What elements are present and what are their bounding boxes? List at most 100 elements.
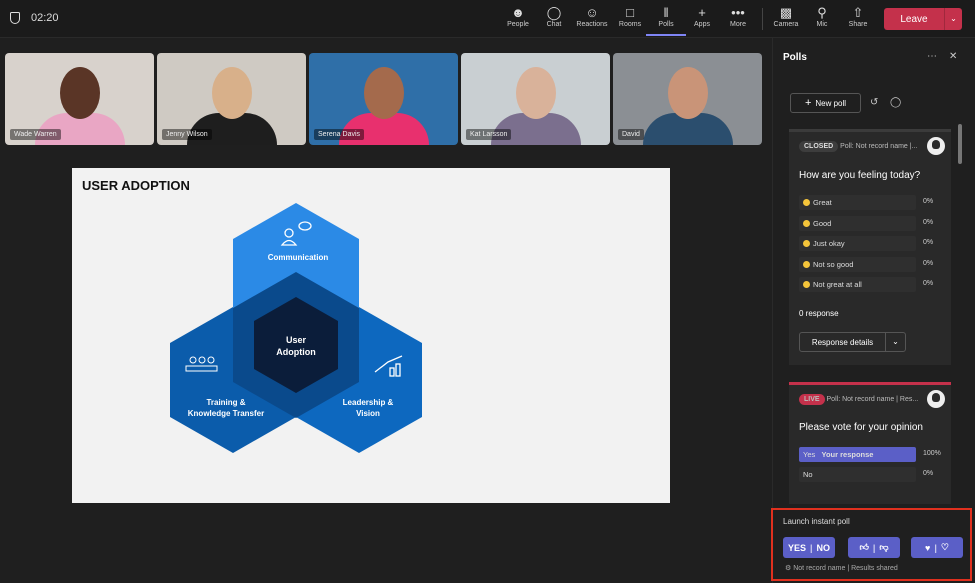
poll-option: Not so good [799,257,916,272]
participant-tile[interactable]: Serena Davis [309,53,458,145]
option-percent: 0% [923,280,934,287]
chat-button[interactable]: ◯ Chat [534,5,574,28]
history-icon[interactable]: ↺ [870,97,878,108]
apps-button[interactable]: + Apps [682,5,722,28]
emoji-icon [803,240,810,247]
share-label: Share [848,21,868,28]
panel-title: Polls [783,52,807,63]
adoption-diagram: User Adoption Communication Training & Kno… [170,203,422,453]
your-response-tag: Your response [821,450,874,459]
reactions-icon: ☺ [585,5,599,20]
polls-label: Polls [658,21,674,28]
camera-label: Camera [773,21,799,28]
mic-button[interactable]: ⚲ Mic [802,5,842,28]
shield-icon [10,12,20,24]
chevron-down-icon[interactable]: ⌄ [944,8,962,30]
chat-icon: ◯ [546,5,562,20]
leave-button[interactable]: Leave ⌄ [884,8,962,30]
thumbs-down-icon: 👎︎ [879,542,889,552]
poll-option: Not great at all [799,277,916,292]
leave-label: Leave [900,13,928,25]
poll-option: No [799,467,916,482]
mic-off-icon: ⚲ [817,5,827,20]
rooms-label: Rooms [618,21,642,28]
people-button[interactable]: ☻ People [498,5,538,28]
option-percent: 0% [923,239,934,246]
meeting-timer: 02:20 [31,12,59,24]
poll-settings-label: Not record name | Results shared [793,565,898,572]
mic-label: Mic [816,21,828,28]
emoji-icon [803,199,810,206]
option-percent: 0% [923,219,934,226]
share-button[interactable]: ⇧ Share [838,5,878,28]
launch-instant-poll-section: Launch instant poll YES | NO 👍︎ | 👎︎ ♥ | ♡ ⚙ N… [771,508,972,581]
response-details-label: Response details [811,337,874,347]
video-figure [667,67,708,119]
response-details-button[interactable]: Response details ⌄ [799,332,906,352]
video-figure [515,67,556,119]
participant-tile[interactable]: Kat Larsson [461,53,610,145]
option-percent: 100% [923,450,941,457]
launch-title: Launch instant poll [783,517,850,526]
poll-meta: Poll: Not record name |... [840,143,918,150]
participant-tile[interactable]: Jenny Wilson [157,53,306,145]
option-percent: 0% [923,260,934,267]
emoji-icon [803,261,810,268]
video-figure [59,67,100,119]
more-options-icon[interactable]: ⋯ [927,51,937,62]
thumbs-up-icon: 👍︎ [859,542,869,552]
people-label: People [507,21,529,28]
lightbulb-icon[interactable]: ◯ [890,97,901,108]
communication-label: Communication [268,253,329,262]
poll-option: Just okay [799,236,916,251]
yes-no-poll-button[interactable]: YES | NO [783,537,835,558]
participant-name: Jenny Wilson [162,129,212,140]
participant-tile[interactable]: Wade Warren [5,53,154,145]
rooms-icon: □ [626,5,634,20]
status-badge: CLOSED [799,141,839,152]
avatar [927,390,945,408]
reactions-button[interactable]: ☺ Reactions [572,5,612,28]
apps-label: Apps [694,21,710,28]
poll-question: Please vote for your opinion [799,422,923,433]
participant-name: Wade Warren [10,129,61,140]
participant-name: David [618,129,644,140]
participant-tile[interactable]: David [613,53,762,145]
chevron-down-icon[interactable]: ⌄ [885,333,905,351]
avatar [927,137,945,155]
new-poll-button[interactable]: + New poll [790,93,861,113]
heart-poll-button[interactable]: ♥ | ♡ [911,537,963,558]
plus-icon: + [804,97,812,109]
scrollbar[interactable] [958,124,962,164]
more-button[interactable]: ••• More [718,5,758,28]
rooms-button[interactable]: □ Rooms [610,5,650,28]
shared-slide: USER ADOPTION User Adoption Communication… [72,168,670,503]
thumbs-poll-button[interactable]: 👍︎ | 👎︎ [848,537,900,558]
chat-label: Chat [546,21,562,28]
emoji-icon [803,281,810,288]
share-icon: ⇧ [852,5,864,20]
heart-icon: ♥ [925,542,931,553]
reactions-label: Reactions [576,21,608,28]
poll-option: Great [799,195,916,210]
response-count: 0 response [799,309,839,318]
meeting-toolbar: 02:20 ☻ People ◯ Chat ☺ Reactions □ Rooms ‖ P… [0,0,975,38]
poll-question: How are you feeling today? [799,170,921,181]
polls-button[interactable]: ‖ Polls [646,5,686,36]
poll-option: Yes Your response [799,447,916,462]
poll-option: Good [799,216,916,231]
video-figure [211,67,252,119]
participant-name: Serena Davis [314,129,365,140]
participant-name: Kat Larsson [466,129,512,140]
option-percent: 0% [923,198,934,205]
video-figure [363,67,404,119]
polls-icon: ‖ [663,5,669,20]
camera-off-icon: ▩ [779,5,793,20]
toolbar-divider [762,8,763,30]
polls-panel: Polls ⋯ ✕ + New poll ↺ ◯ CLOSED Poll: Not… [772,38,975,583]
plus-icon: + [698,5,706,20]
poll-settings[interactable]: ⚙ Not record name | Results shared [785,564,898,572]
camera-button[interactable]: ▩ Camera [766,5,806,28]
poll-card-closed: CLOSED Poll: Not record name |... How ar… [789,129,951,365]
close-icon[interactable]: ✕ [949,51,957,62]
